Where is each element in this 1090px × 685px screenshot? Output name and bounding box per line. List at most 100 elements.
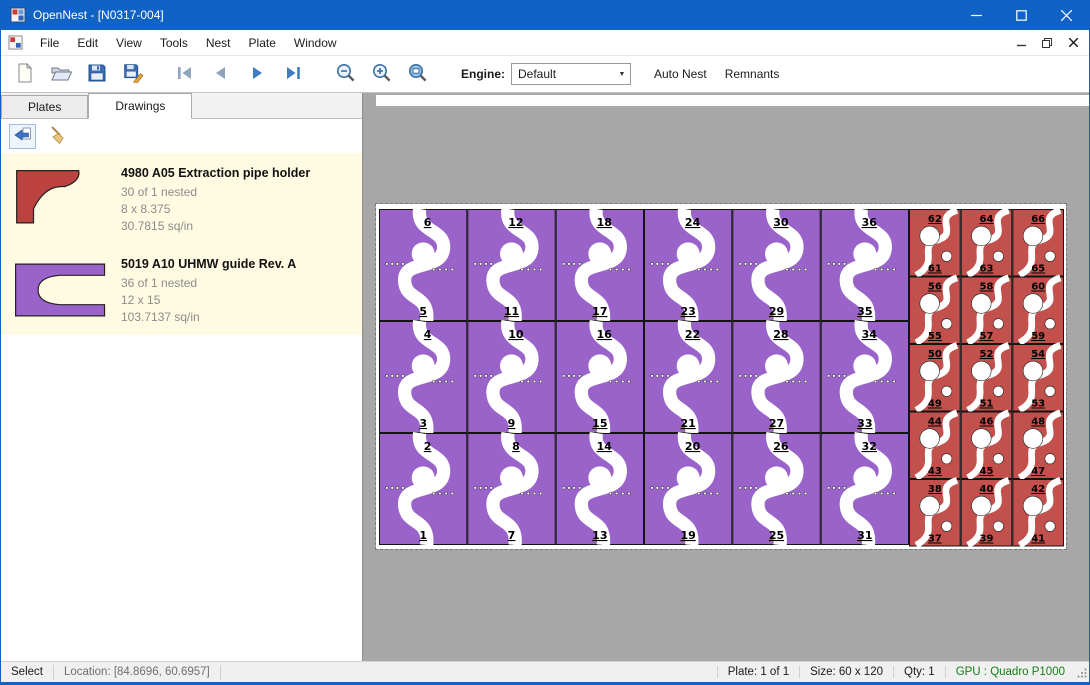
purple-part-pair[interactable]: 43 (380, 321, 467, 433)
zoom-in-button[interactable] (367, 60, 395, 88)
red-part-pair[interactable]: 6463 (961, 210, 1012, 277)
purple-part-pair[interactable]: 65 (380, 209, 467, 321)
previous-plate-button[interactable] (207, 60, 235, 88)
part-number: 41 (1031, 534, 1045, 545)
purple-part-pair[interactable]: 3029 (733, 209, 820, 321)
menu-window[interactable]: Window (285, 32, 346, 54)
purple-part-pair[interactable]: 87 (468, 433, 555, 545)
part-number: 47 (1031, 466, 1045, 477)
first-arrow-icon (175, 63, 195, 86)
part-number: 37 (928, 534, 942, 545)
main-toolbar: Engine: Default ▼ Auto Nest Remnants (1, 56, 1089, 93)
save-button[interactable] (83, 60, 111, 88)
red-part-pair[interactable]: 3837 (910, 480, 961, 547)
new-button[interactable] (11, 60, 39, 88)
part-number: 28 (773, 328, 788, 341)
purple-part-pair[interactable]: 3231 (821, 433, 908, 545)
minimize-button[interactable] (954, 0, 999, 30)
open-button[interactable] (47, 60, 75, 88)
purple-part-pair[interactable]: 2827 (733, 321, 820, 433)
purple-part-pair[interactable]: 3635 (821, 209, 908, 321)
red-part-pair[interactable]: 4039 (961, 480, 1012, 547)
new-document-icon (15, 63, 35, 86)
part-number: 62 (928, 214, 942, 225)
purple-part-pair[interactable]: 1817 (556, 209, 643, 321)
part-number: 24 (685, 216, 701, 229)
part-number: 19 (681, 529, 696, 542)
return-part-button[interactable] (9, 124, 36, 149)
zoom-out-button[interactable] (331, 60, 359, 88)
part-thumbnail (13, 253, 113, 326)
red-part-pair[interactable]: 5251 (961, 345, 1012, 412)
red-part-pair[interactable]: 6665 (1013, 210, 1064, 277)
purple-part-pair[interactable]: 2423 (645, 209, 732, 321)
engine-select[interactable]: Default ▼ (511, 63, 631, 85)
purple-part-pair[interactable]: 1615 (556, 321, 643, 433)
page-margin (376, 95, 1089, 106)
red-part-pair[interactable]: 4645 (961, 412, 1012, 479)
part-number: 60 (1031, 282, 1045, 293)
drawing-list-item[interactable]: 4980 A05 Extraction pipe holder 30 of 1 … (1, 153, 362, 244)
maximize-button[interactable] (999, 0, 1044, 30)
auto-nest-button[interactable]: Auto Nest (645, 62, 716, 86)
menu-tools[interactable]: Tools (151, 32, 197, 54)
app-icon (10, 7, 26, 23)
part-number: 64 (980, 214, 994, 225)
save-as-icon (123, 63, 144, 86)
part-shape-purple (16, 264, 105, 316)
red-part-pair[interactable]: 60 59 (1013, 277, 1064, 344)
nest-canvas[interactable]: 6512111817242330293635431091615222128273… (363, 93, 1089, 661)
drawing-list: 4980 A05 Extraction pipe holder 30 of 1 … (1, 153, 362, 335)
zoom-fit-button[interactable] (403, 60, 431, 88)
menu-file[interactable]: File (31, 32, 68, 54)
mdi-close-button[interactable] (1061, 33, 1085, 53)
close-button[interactable] (1044, 0, 1089, 30)
purple-part-pair[interactable]: 3433 (821, 321, 908, 433)
save-icon (87, 63, 107, 86)
remnants-button[interactable]: Remnants (716, 62, 789, 86)
first-plate-button[interactable] (171, 60, 199, 88)
purple-part-pair[interactable]: 109 (468, 321, 555, 433)
zoom-in-icon (371, 62, 392, 86)
red-part-pair[interactable]: 6261 (910, 210, 961, 277)
purple-part-pair[interactable]: 21 (380, 433, 467, 545)
part-number: 18 (597, 216, 612, 229)
red-part-pair[interactable]: 5453 (1013, 345, 1064, 412)
tab-drawings[interactable]: Drawings (88, 93, 192, 119)
purple-part-pair[interactable]: 2221 (645, 321, 732, 433)
part-number: 13 (592, 529, 607, 542)
tab-plates[interactable]: Plates (1, 95, 88, 118)
red-part-pair[interactable]: 5655 (910, 277, 961, 344)
drawing-list-item[interactable]: 5019 A10 UHMW guide Rev. A 36 of 1 neste… (1, 244, 362, 335)
mdi-restore-button[interactable] (1035, 33, 1059, 53)
resize-grip[interactable] (1075, 664, 1089, 680)
save-as-button[interactable] (119, 60, 147, 88)
part-number: 9 (508, 417, 516, 430)
part-number: 52 (980, 349, 994, 360)
red-part-pair[interactable]: 4443 (910, 412, 961, 479)
red-part-pair[interactable]: 4241 (1013, 480, 1064, 547)
purple-part-pair[interactable]: 1211 (468, 209, 555, 321)
mdi-minimize-button[interactable] (1009, 33, 1033, 53)
plate-sheet[interactable]: 6512111817242330293635431091615222128273… (376, 204, 1066, 549)
red-part-pair[interactable]: 4847 (1013, 412, 1064, 479)
menu-nest[interactable]: Nest (197, 32, 240, 54)
drawing-nested: 36 of 1 nested (121, 275, 296, 292)
part-number: 4 (424, 328, 432, 341)
part-thumbnail (13, 162, 113, 235)
next-plate-button[interactable] (243, 60, 271, 88)
part-number: 59 (1031, 331, 1045, 342)
purple-part-pair[interactable]: 1413 (556, 433, 643, 545)
clear-nest-button[interactable] (44, 124, 71, 149)
window-title: OpenNest - [N0317-004] (33, 8, 164, 22)
zoom-out-icon (335, 62, 356, 86)
purple-part-pair[interactable]: 2019 (645, 433, 732, 545)
purple-part-pair[interactable]: 2625 (733, 433, 820, 545)
menu-edit[interactable]: Edit (68, 32, 107, 54)
red-part-pair[interactable]: 5049 (910, 345, 961, 412)
menu-view[interactable]: View (107, 32, 151, 54)
drawing-name: 4980 A05 Extraction pipe holder (121, 166, 310, 180)
menu-plate[interactable]: Plate (240, 32, 285, 54)
red-part-pair[interactable]: 5857 (961, 277, 1012, 344)
last-plate-button[interactable] (279, 60, 307, 88)
